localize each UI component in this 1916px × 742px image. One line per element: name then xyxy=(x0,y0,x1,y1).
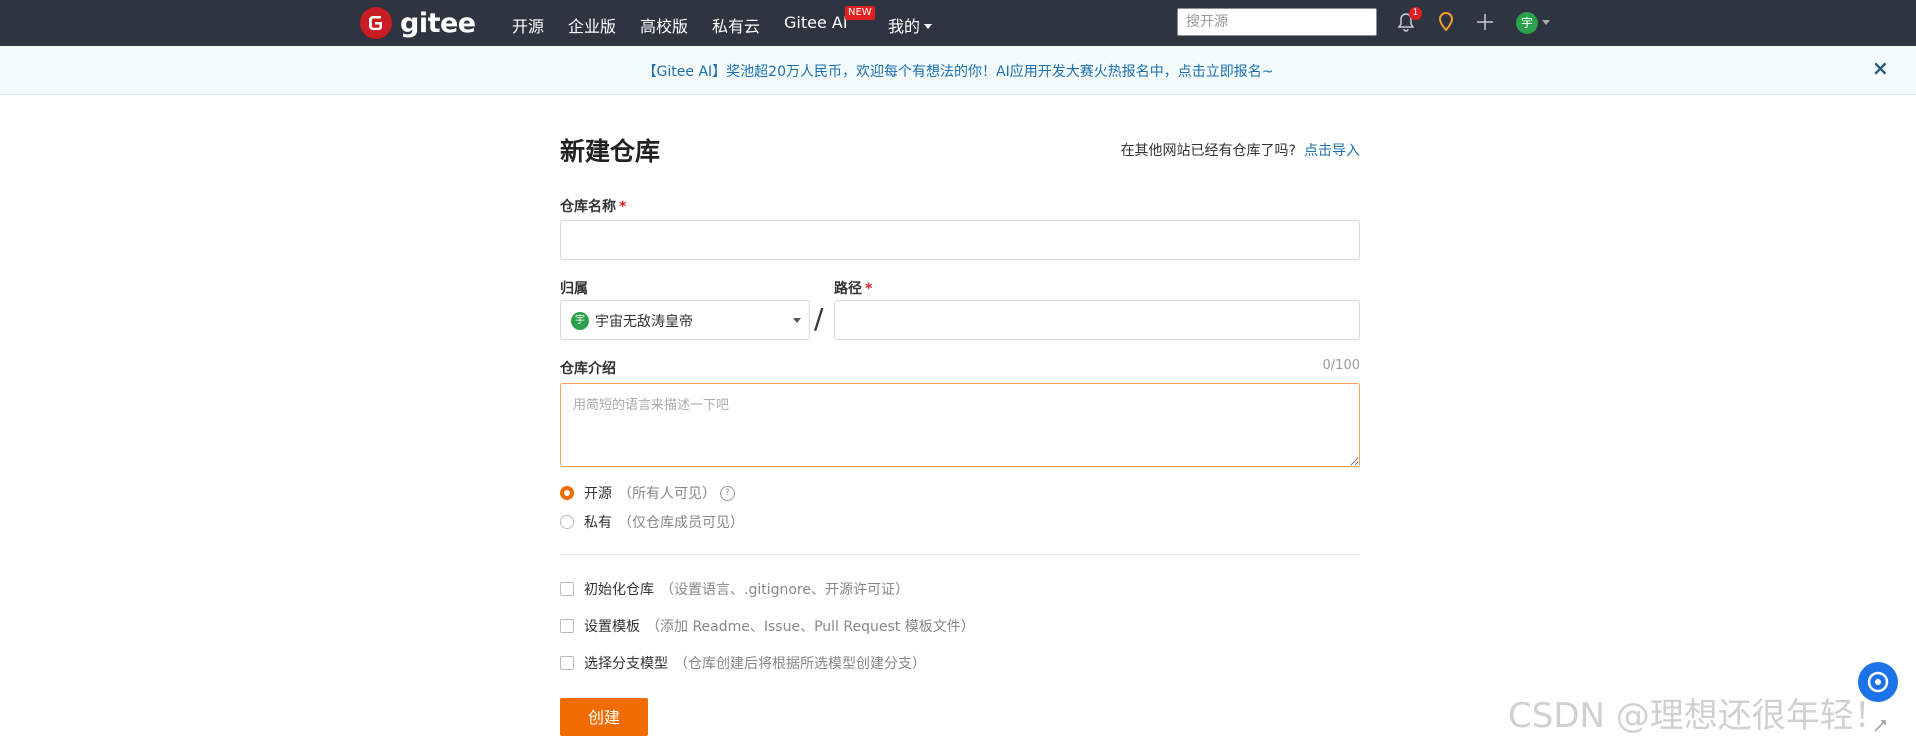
search-input[interactable] xyxy=(1177,8,1377,36)
owner-label: 归属 xyxy=(560,281,588,297)
page-title: 新建仓库 xyxy=(560,137,661,166)
owner-select[interactable]: 宇 宇宙无敌涛皇帝 xyxy=(560,300,810,340)
create-button[interactable]: 创建 xyxy=(560,698,648,736)
init-repo-checkbox[interactable] xyxy=(560,582,574,596)
announcement-banner: 【Gitee AI】奖池超20万人民币，欢迎每个有想法的你！AI应用开发大赛火热… xyxy=(0,46,1916,95)
user-avatar[interactable]: 宇 xyxy=(1516,12,1538,34)
owner-name: 宇宙无敌涛皇帝 xyxy=(595,314,693,330)
import-hint: 在其他网站已经有仓库了吗? 点击导入 xyxy=(1121,140,1360,160)
nav-mine-dropdown[interactable]: 我的 xyxy=(888,13,933,37)
repo-name-input[interactable] xyxy=(560,220,1360,260)
plus-icon[interactable] xyxy=(1475,11,1495,37)
branch-model-hint: （仓库创建后将根据所选模型创建分支） xyxy=(674,656,926,672)
init-repo-label: 初始化仓库 xyxy=(584,582,654,598)
init-repo-option[interactable]: 初始化仓库 （设置语言、.gitignore、开源许可证） xyxy=(560,579,909,599)
visibility-private-label: 私有 xyxy=(584,515,612,531)
import-hint-text: 在其他网站已经有仓库了吗? xyxy=(1120,143,1296,159)
nav-enterprise[interactable]: 企业版 xyxy=(568,13,616,37)
required-mark: * xyxy=(619,199,627,215)
avatar-chevron-down-icon[interactable] xyxy=(1542,20,1550,25)
repo-name-label-text: 仓库名称 xyxy=(560,199,616,215)
location-pin-icon[interactable] xyxy=(1436,11,1456,37)
repo-name-label: 仓库名称 * xyxy=(560,196,626,216)
path-label: 路径 * xyxy=(834,278,872,298)
nav-open-source[interactable]: 开源 xyxy=(512,13,544,37)
chevron-down-icon xyxy=(924,24,933,29)
gitee-logo[interactable]: gitee xyxy=(360,6,476,40)
import-link[interactable]: 点击导入 xyxy=(1304,143,1360,159)
visibility-private-option[interactable]: 私有 （仅仓库成员可见） xyxy=(560,512,744,532)
divider xyxy=(560,554,1360,555)
description-textarea[interactable] xyxy=(560,383,1360,467)
chevron-down-icon xyxy=(793,318,801,323)
branch-model-checkbox[interactable] xyxy=(560,656,574,670)
nav-education[interactable]: 高校版 xyxy=(640,13,688,37)
branch-model-label: 选择分支模型 xyxy=(584,656,668,672)
required-mark: * xyxy=(865,281,873,297)
template-label: 设置模板 xyxy=(584,619,640,635)
owner-avatar: 宇 xyxy=(571,312,589,330)
help-icon[interactable]: ? xyxy=(720,485,735,501)
init-repo-hint: （设置语言、.gitignore、开源许可证） xyxy=(660,582,909,598)
description-label: 仓库介绍 xyxy=(560,361,616,377)
banner-link[interactable]: 【Gitee AI】奖池超20万人民币，欢迎每个有想法的你！AI应用开发大赛火热… xyxy=(0,61,1916,81)
path-separator: / xyxy=(814,302,824,335)
notification-count-badge: 1 xyxy=(1409,7,1422,20)
template-checkbox[interactable] xyxy=(560,619,574,633)
path-input[interactable] xyxy=(834,300,1360,340)
visibility-public-option[interactable]: 开源 （所有人可见） ? xyxy=(560,483,735,503)
gitee-logo-icon xyxy=(360,7,392,39)
brand-name: gitee xyxy=(400,7,476,39)
visibility-public-hint: （所有人可见） xyxy=(618,486,716,502)
nav-private-cloud[interactable]: 私有云 xyxy=(712,13,760,37)
new-badge: NEW xyxy=(845,6,875,20)
path-label-text: 路径 xyxy=(834,281,862,297)
close-icon[interactable]: × xyxy=(1872,58,1889,78)
nav-gitee-ai[interactable]: Gitee AI xyxy=(784,13,848,32)
branch-model-option[interactable]: 选择分支模型 （仓库创建后将根据所选模型创建分支） xyxy=(560,653,926,673)
expand-icon[interactable] xyxy=(1872,718,1888,738)
template-hint: （添加 Readme、Issue、Pull Request 模板文件） xyxy=(646,619,975,635)
visibility-private-hint: （仅仓库成员可见） xyxy=(618,515,744,531)
nav-mine-label: 我的 xyxy=(888,17,921,36)
visibility-public-label: 开源 xyxy=(584,486,612,502)
description-char-counter: 0/100 xyxy=(1322,358,1360,373)
top-navbar: gitee 开源 企业版 高校版 私有云 Gitee AI NEW 我的 1 宇 xyxy=(0,0,1916,46)
template-option[interactable]: 设置模板 （添加 Readme、Issue、Pull Request 模板文件） xyxy=(560,616,975,636)
watermark: CSDN @理想还很年轻！ xyxy=(1508,696,1888,736)
radio-public[interactable] xyxy=(560,486,574,500)
radio-private[interactable] xyxy=(560,515,574,529)
